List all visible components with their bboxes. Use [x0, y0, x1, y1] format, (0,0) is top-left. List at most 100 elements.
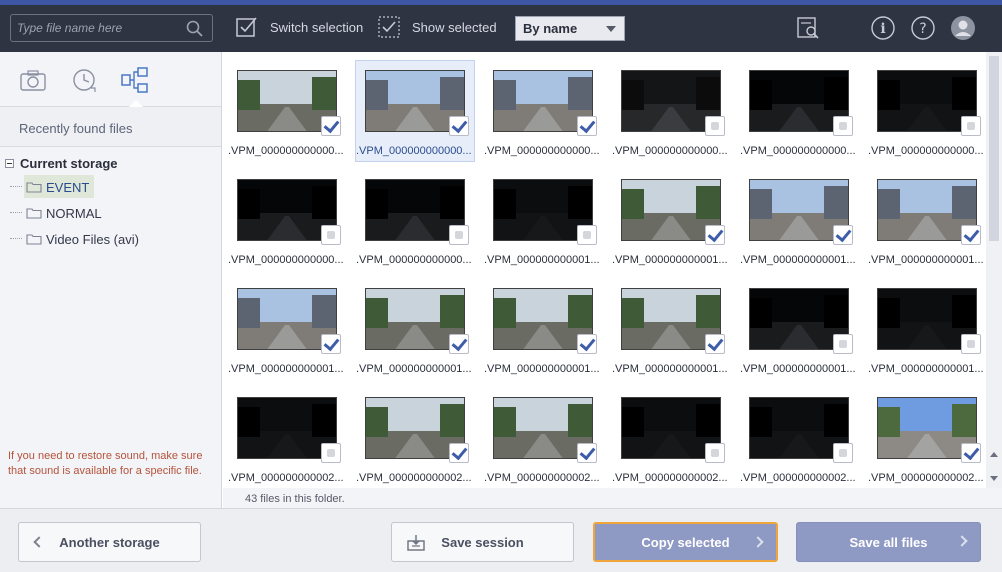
help-icon[interactable]: ?: [910, 15, 936, 41]
scrollbar-thumb[interactable]: [989, 56, 999, 241]
file-name: .VPM_000000000002...: [484, 472, 600, 484]
file-checkbox[interactable]: [833, 334, 853, 354]
bottom-bar: Another storage Save session Copy select…: [0, 508, 1002, 572]
file-checkbox[interactable]: [577, 334, 597, 354]
file-checkbox[interactable]: [961, 443, 981, 463]
file-tile[interactable]: .VPM_000000000000...: [612, 61, 730, 161]
file-tile[interactable]: .VPM_000000000001...: [228, 279, 346, 379]
file-tile[interactable]: .VPM_000000000002...: [356, 388, 474, 488]
file-checkbox[interactable]: [705, 225, 725, 245]
file-checkbox[interactable]: [577, 443, 597, 463]
sort-dropdown[interactable]: By name: [515, 16, 625, 41]
file-count: 43 files in this folder.: [245, 493, 345, 505]
file-tile[interactable]: .VPM_000000000002...: [868, 388, 986, 488]
folder-item[interactable]: Video Files (avi): [0, 226, 221, 252]
file-checkbox[interactable]: [833, 116, 853, 136]
tree-root-current-storage[interactable]: Current storage: [0, 152, 221, 174]
file-tile[interactable]: .VPM_000000000000...: [484, 61, 602, 161]
save-session-button[interactable]: Save session: [391, 522, 574, 562]
file-checkbox[interactable]: [321, 443, 341, 463]
file-checkbox[interactable]: [321, 334, 341, 354]
file-checkbox[interactable]: [705, 334, 725, 354]
file-tile[interactable]: .VPM_000000000001...: [356, 279, 474, 379]
switch-selection-icon: [236, 17, 257, 37]
file-checkbox[interactable]: [449, 116, 469, 136]
save-session-icon: [407, 535, 425, 551]
another-storage-button[interactable]: Another storage: [18, 522, 201, 562]
folder-label: EVENT: [46, 179, 90, 195]
file-checkbox[interactable]: [577, 116, 597, 136]
search-input[interactable]: [17, 19, 177, 37]
preview-search-icon[interactable]: [795, 15, 821, 41]
folder-label: Video Files (avi): [46, 231, 139, 247]
tree-connector: [10, 238, 22, 239]
file-tile[interactable]: .VPM_000000000000...: [356, 170, 474, 270]
left-panel: Recently found files Current storage EVE…: [0, 52, 222, 508]
file-tile[interactable]: .VPM_000000000002...: [612, 388, 730, 488]
folder-icon: [26, 208, 42, 219]
user-avatar-icon[interactable]: [950, 15, 976, 41]
copy-selected-label: Copy selected: [641, 534, 730, 550]
file-tile[interactable]: .VPM_000000000001...: [740, 279, 858, 379]
file-checkbox[interactable]: [449, 443, 469, 463]
tree-view-icon[interactable]: [120, 66, 150, 94]
save-all-files-button[interactable]: Save all files: [796, 522, 981, 562]
info-icon[interactable]: i: [870, 15, 896, 41]
file-checkbox[interactable]: [833, 443, 853, 463]
show-selected-button[interactable]: Show selected: [377, 15, 497, 39]
vertical-scrollbar[interactable]: [986, 52, 1002, 488]
file-tile[interactable]: .VPM_000000000001...: [484, 279, 602, 379]
file-name: .VPM_000000000001...: [740, 363, 856, 375]
collapse-icon[interactable]: [5, 158, 14, 168]
file-checkbox[interactable]: [961, 334, 981, 354]
file-tile[interactable]: .VPM_000000000001...: [868, 170, 986, 270]
show-selected-icon: [378, 16, 400, 38]
folder-item[interactable]: NORMAL: [0, 200, 221, 226]
file-tile[interactable]: .VPM_000000000002...: [484, 388, 602, 488]
top-toolbar: Switch selection Show selected By name i…: [0, 5, 1002, 52]
scroll-up-icon[interactable]: [990, 452, 998, 457]
copy-selected-button[interactable]: Copy selected: [593, 522, 778, 562]
file-checkbox[interactable]: [449, 334, 469, 354]
recently-found-files[interactable]: Recently found files: [0, 107, 221, 147]
file-checkbox[interactable]: [705, 443, 725, 463]
file-tile[interactable]: .VPM_000000000000...: [868, 61, 986, 161]
search-icon[interactable]: [185, 19, 205, 39]
file-name: .VPM_000000000001...: [612, 254, 728, 266]
file-checkbox[interactable]: [705, 116, 725, 136]
file-tile[interactable]: .VPM_000000000000...: [228, 170, 346, 270]
file-tile[interactable]: .VPM_000000000001...: [484, 170, 602, 270]
folder-item[interactable]: EVENT: [0, 174, 221, 200]
file-tile[interactable]: .VPM_000000000001...: [612, 279, 730, 379]
scroll-down-icon[interactable]: [990, 476, 998, 481]
clock-icon[interactable]: [69, 66, 99, 94]
file-tile[interactable]: .VPM_000000000001...: [740, 170, 858, 270]
another-storage-label: Another storage: [59, 534, 160, 550]
file-checkbox[interactable]: [321, 116, 341, 136]
sound-hint: If you need to restore sound, make sure …: [8, 450, 203, 477]
file-checkbox[interactable]: [321, 225, 341, 245]
camera-icon[interactable]: [18, 66, 48, 94]
search-box[interactable]: [10, 14, 213, 42]
file-checkbox[interactable]: [961, 116, 981, 136]
file-tile[interactable]: .VPM_000000000000...: [228, 61, 346, 161]
file-tile[interactable]: .VPM_000000000000...: [355, 60, 475, 162]
file-tile[interactable]: .VPM_000000000001...: [612, 170, 730, 270]
file-checkbox[interactable]: [961, 225, 981, 245]
file-checkbox[interactable]: [577, 225, 597, 245]
file-checkbox[interactable]: [833, 225, 853, 245]
file-name: .VPM_000000000000...: [356, 254, 472, 266]
file-name: .VPM_000000000000...: [868, 145, 984, 157]
file-tile[interactable]: .VPM_000000000002...: [740, 388, 858, 488]
file-checkbox[interactable]: [449, 225, 469, 245]
file-name: .VPM_000000000000...: [356, 145, 472, 157]
switch-selection-button[interactable]: Switch selection: [235, 15, 363, 39]
file-tile[interactable]: .VPM_000000000002...: [228, 388, 346, 488]
chevron-right-icon: [956, 535, 968, 547]
chevron-left-icon: [33, 536, 45, 548]
file-name: .VPM_000000000002...: [356, 472, 472, 484]
file-name: .VPM_000000000001...: [868, 363, 984, 375]
file-tile[interactable]: .VPM_000000000001...: [868, 279, 986, 379]
folder-tree: Current storage EVENT NORMAL Video Files (…: [0, 147, 221, 252]
file-tile[interactable]: .VPM_000000000000...: [740, 61, 858, 161]
